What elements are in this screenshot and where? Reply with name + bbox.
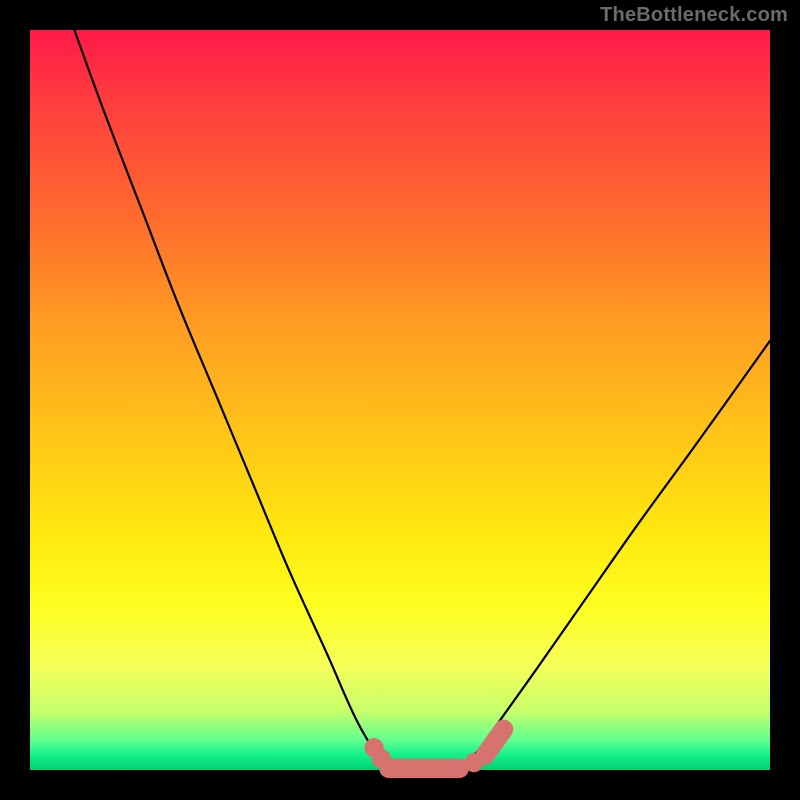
watermark-text: TheBottleneck.com bbox=[600, 4, 788, 27]
chart-frame: TheBottleneck.com bbox=[0, 0, 800, 800]
marker-pill bbox=[485, 729, 504, 755]
trough-markers bbox=[364, 729, 503, 772]
curve-layer bbox=[30, 30, 770, 770]
plot-area bbox=[30, 30, 770, 770]
bottleneck-curve bbox=[74, 30, 770, 771]
